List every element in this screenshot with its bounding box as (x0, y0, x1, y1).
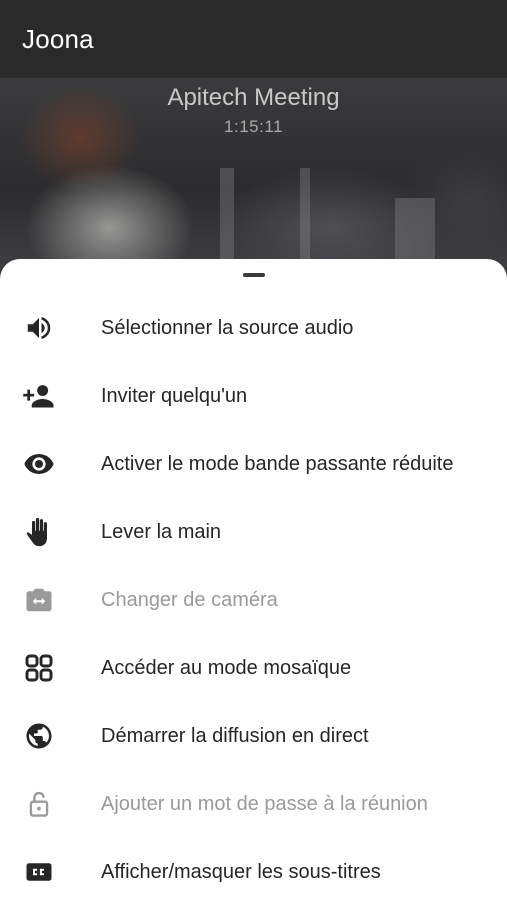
menu-item-label: Activer le mode bande passante réduite (101, 453, 454, 475)
menu-item-invite[interactable]: Inviter quelqu'un (0, 362, 507, 430)
menu-item-label: Lever la main (101, 521, 222, 543)
camera-switch-icon (22, 583, 56, 617)
meeting-screen: Joona Apitech Meeting 1:15:11 Sélectionn… (0, 0, 507, 900)
menu-item-subtitles[interactable]: Afficher/masquer les sous-titres (0, 838, 507, 900)
menu-item-raise-hand[interactable]: Lever la main (0, 498, 507, 566)
closed-captions-icon (22, 855, 56, 889)
menu-item-label: Afficher/masquer les sous-titres (101, 861, 381, 883)
eye-icon (22, 447, 56, 481)
menu-item-password: Ajouter un mot de passe à la réunion (0, 770, 507, 838)
overflow-menu-sheet: Sélectionner la source audio Inviter que… (0, 259, 507, 900)
drag-handle[interactable] (243, 273, 265, 277)
participant-name: Joona (22, 24, 94, 54)
top-bar: Joona (0, 0, 507, 78)
menu-item-label: Inviter quelqu'un (101, 385, 248, 407)
meeting-title: Apitech Meeting (167, 84, 340, 111)
menu-item-live-stream[interactable]: Démarrer la diffusion en direct (0, 702, 507, 770)
menu-item-label: Ajouter un mot de passe à la réunion (101, 793, 428, 815)
speaker-icon (22, 311, 56, 345)
globe-icon (22, 719, 56, 753)
menu-item-label: Démarrer la diffusion en direct (101, 725, 369, 747)
meeting-timer: 1:15:11 (224, 117, 283, 136)
lock-icon (22, 787, 56, 821)
hand-icon (22, 515, 56, 549)
menu-item-label: Changer de caméra (101, 589, 278, 611)
add-person-icon (22, 379, 56, 413)
menu-item-label: Sélectionner la source audio (101, 317, 354, 339)
grid-icon (22, 651, 56, 685)
menu-item-low-bandwidth[interactable]: Activer le mode bande passante réduite (0, 430, 507, 498)
menu-item-audio-source[interactable]: Sélectionner la source audio (0, 294, 507, 362)
menu-item-label: Accéder au mode mosaïque (101, 657, 352, 679)
menu-item-tile-view[interactable]: Accéder au mode mosaïque (0, 634, 507, 702)
menu-item-switch-camera: Changer de caméra (0, 566, 507, 634)
